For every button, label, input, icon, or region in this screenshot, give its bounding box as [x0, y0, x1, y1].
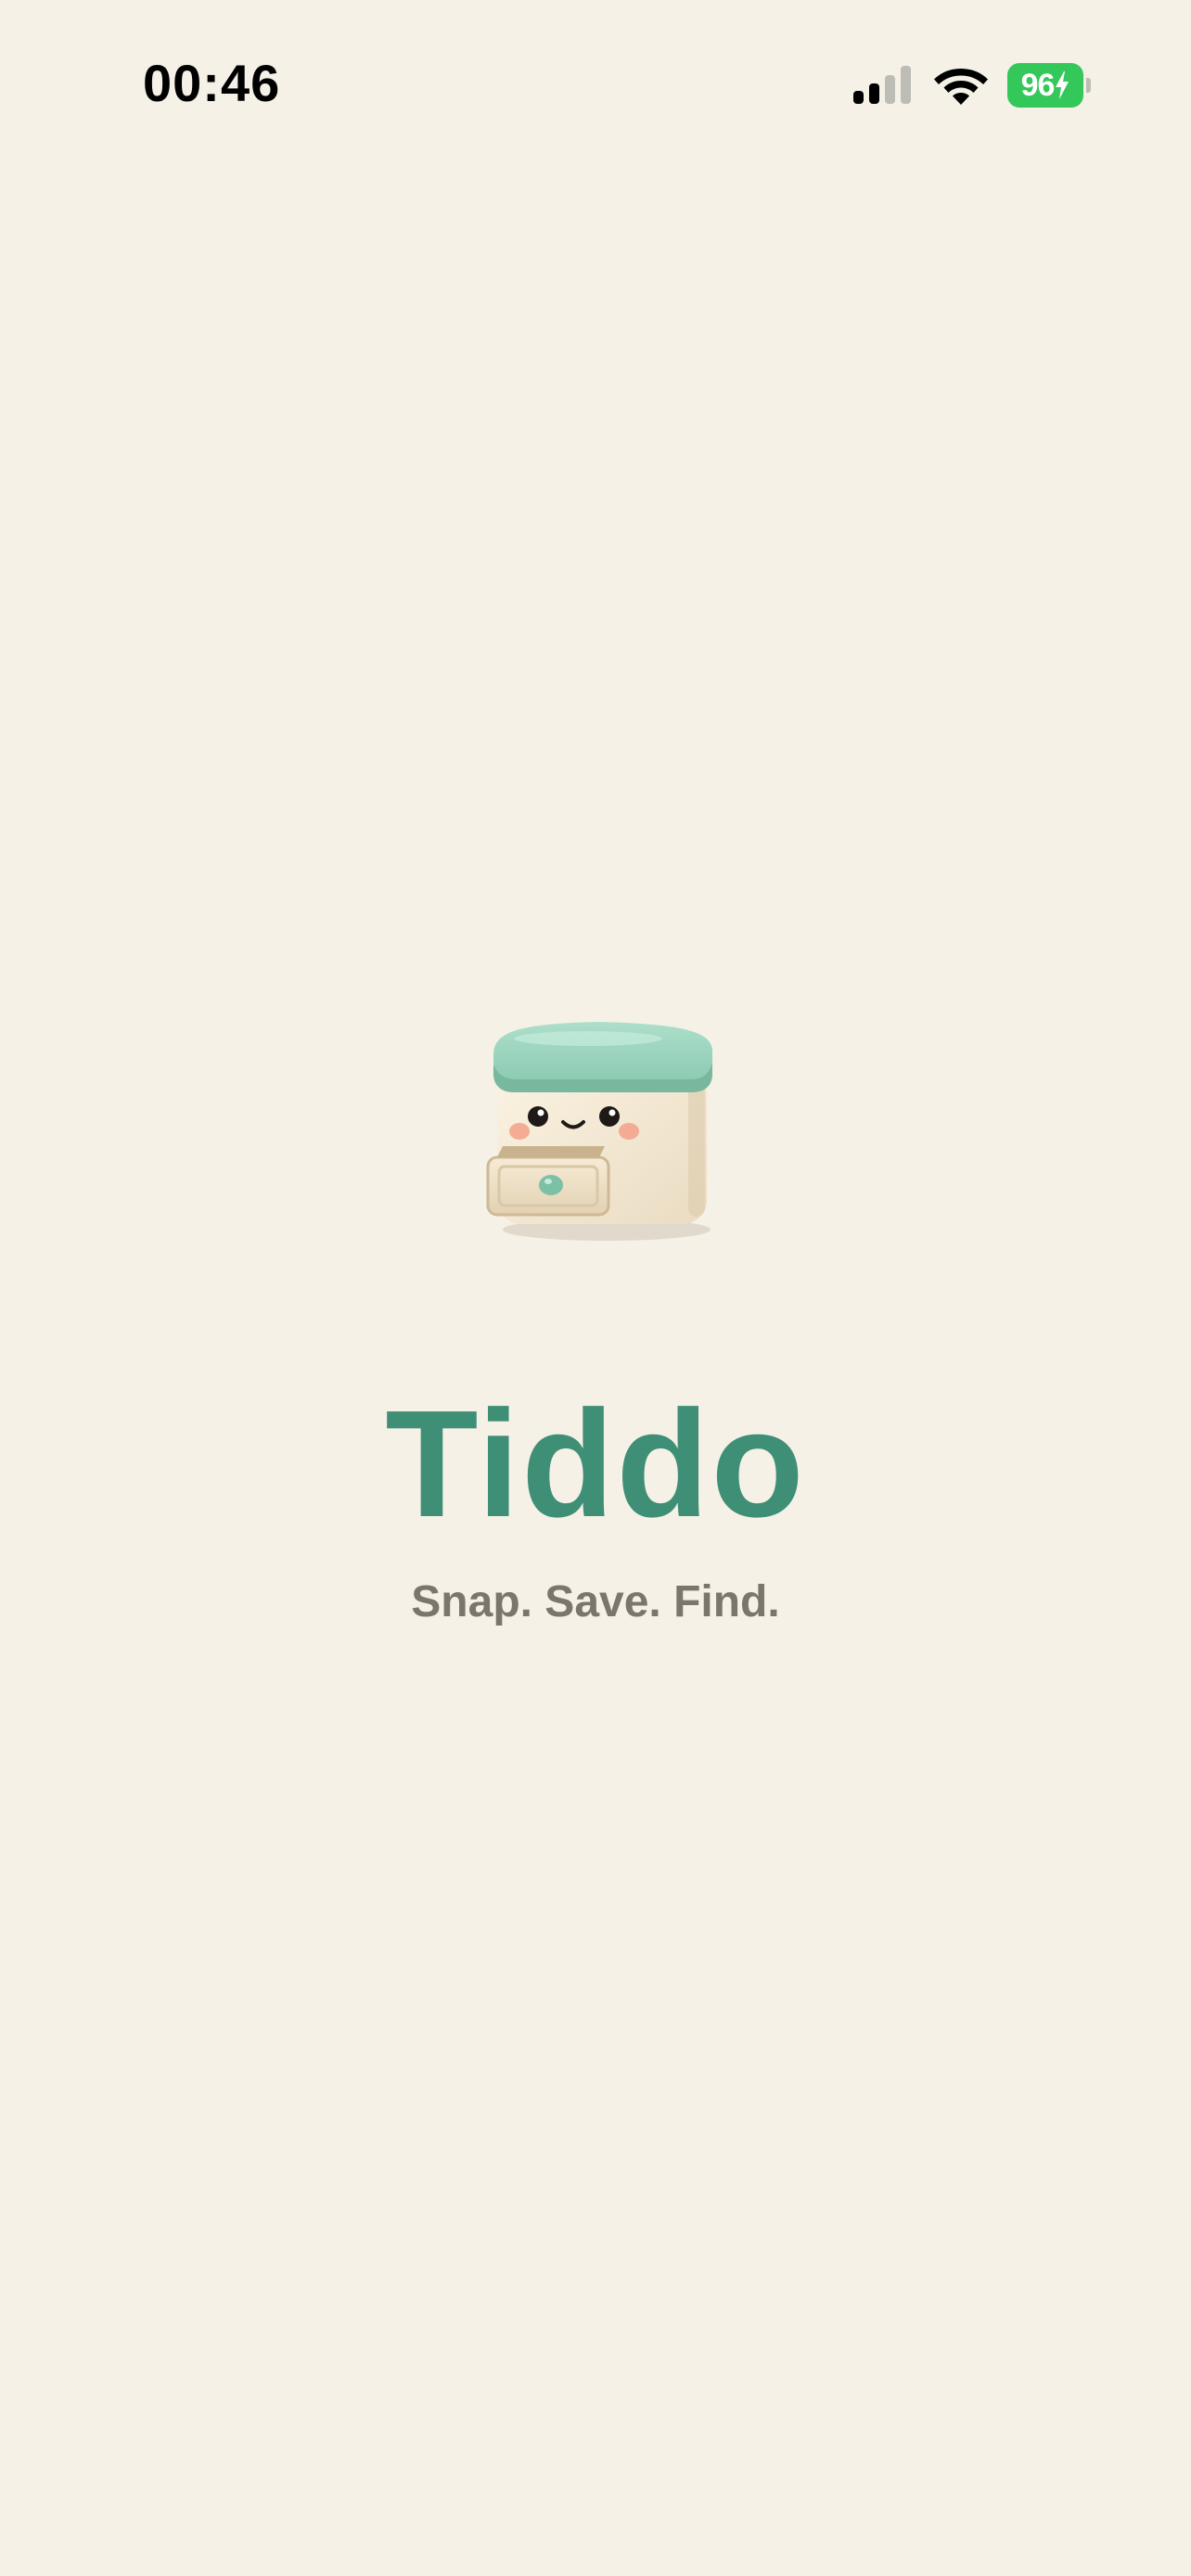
app-tagline: Snap. Save. Find.	[411, 1577, 780, 1626]
app-title: Tiddo	[385, 1379, 806, 1549]
charging-bolt-icon	[1056, 71, 1069, 99]
status-bar: 00:46 96	[0, 0, 1191, 139]
battery-level: 96	[1020, 68, 1056, 103]
battery-indicator: 96	[1007, 63, 1091, 108]
status-time: 00:46	[143, 54, 281, 112]
battery-body: 96	[1007, 63, 1083, 108]
smiling-drawer-cabinet-icon	[486, 1022, 712, 1241]
cellular-signal-icon	[853, 66, 911, 104]
battery-cap	[1086, 78, 1091, 93]
wifi-icon	[934, 69, 988, 105]
